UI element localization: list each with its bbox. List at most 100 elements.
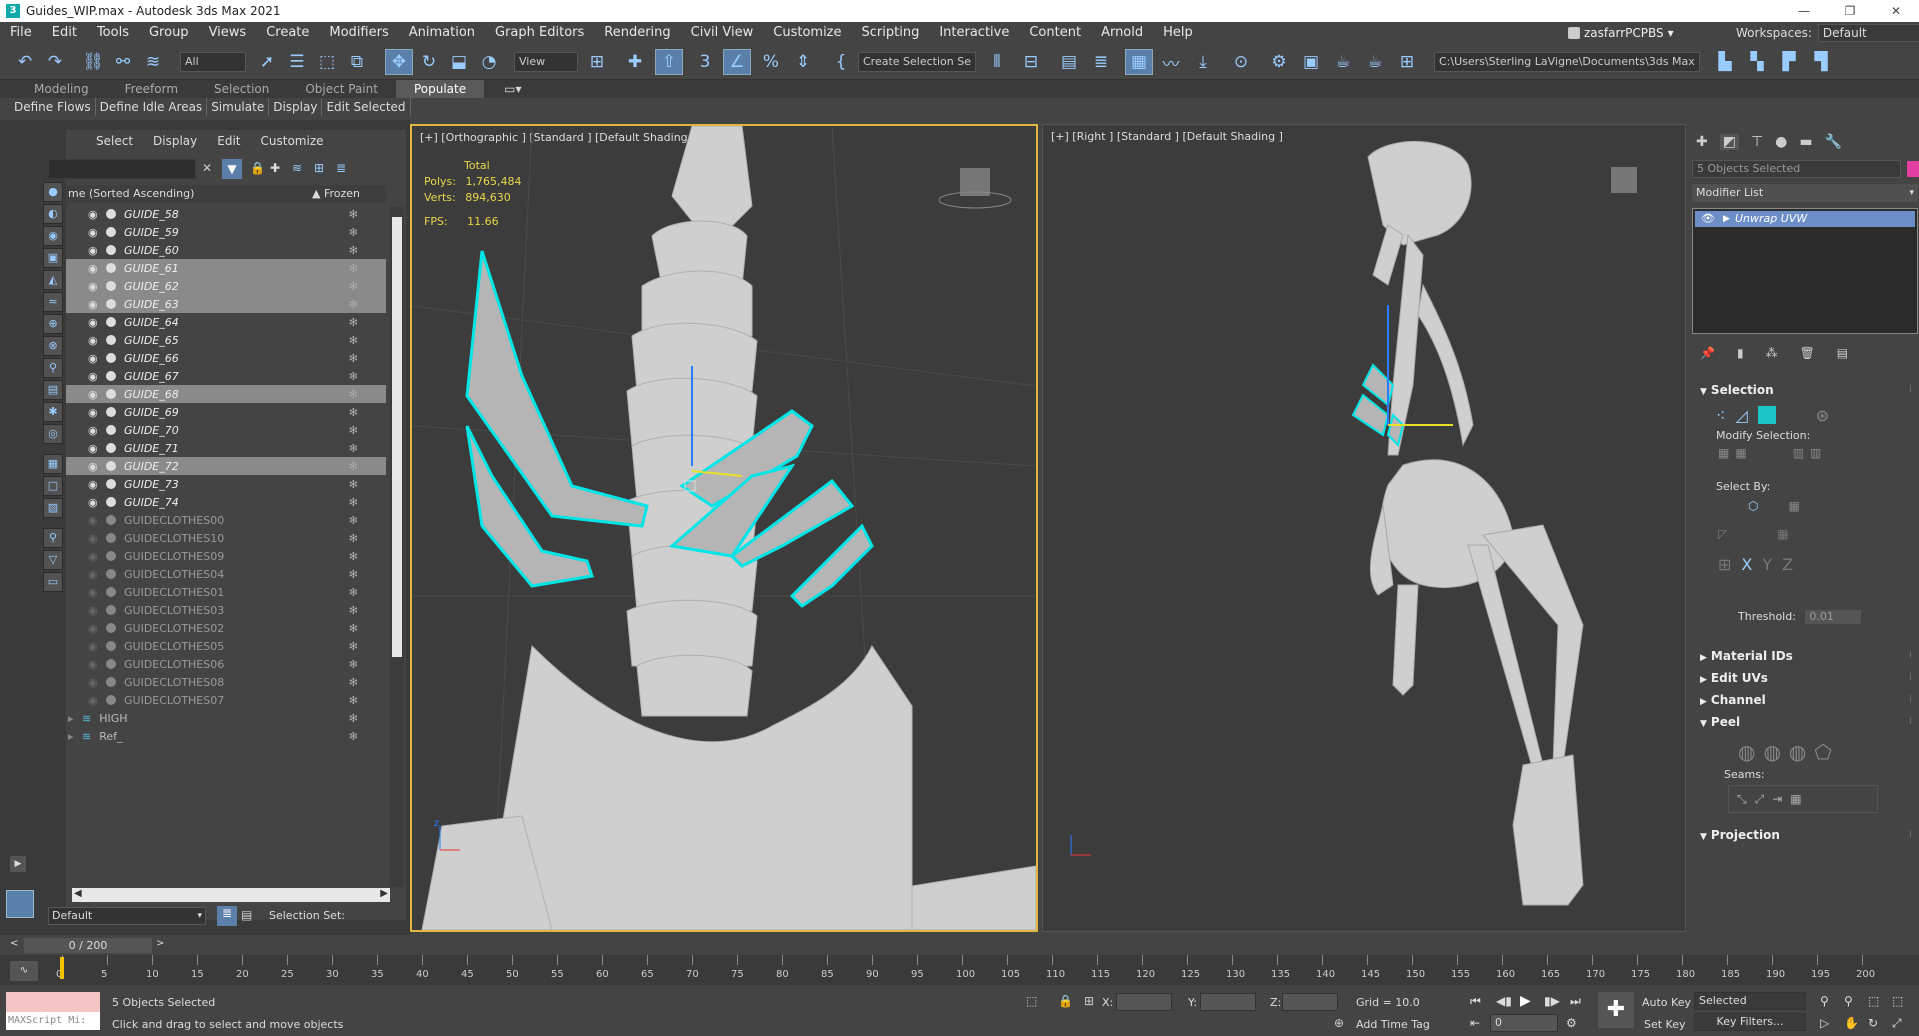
freeze-icon[interactable]: ✻ (349, 730, 358, 743)
grow-selection-icon[interactable]: ▦ (1718, 446, 1729, 460)
render-toggle-icon[interactable] (106, 461, 116, 471)
scene-object-row[interactable]: ◉ GUIDE_61 ✻ (66, 259, 386, 277)
display-geometry-icon[interactable]: ● (43, 182, 63, 202)
close-button[interactable]: ✕ (1873, 0, 1919, 22)
orbit-icon[interactable]: ↻ (1868, 1016, 1878, 1030)
display-lights-icon[interactable]: ◉ (43, 226, 63, 246)
menu-item[interactable]: Edit (42, 22, 87, 44)
render-toggle-icon[interactable] (106, 317, 116, 327)
layers-stack-icon[interactable]: ≣ (336, 161, 346, 175)
render-toggle-icon[interactable] (106, 389, 116, 399)
rollout-pin-icon[interactable]: ⁞ (1909, 690, 1912, 710)
selection-set-icon[interactable]: ▤ (241, 908, 252, 922)
display-invert-icon[interactable]: ▧ (43, 498, 63, 518)
render-toggle-icon[interactable] (106, 551, 116, 561)
isolate-selection-icon[interactable]: ⬚ (1026, 994, 1037, 1008)
freeze-icon[interactable]: ✻ (349, 676, 358, 689)
zoom-all-icon[interactable]: ⚲ (1844, 994, 1853, 1008)
render-toggle-icon[interactable] (106, 695, 116, 705)
freeze-icon[interactable]: ✻ (349, 244, 358, 257)
menu-item[interactable]: Help (1153, 22, 1203, 44)
scene-object-row[interactable]: ◉ GUIDECLOTHES07 ✻ (66, 691, 386, 709)
scroll-right-icon[interactable]: ▶ (380, 888, 388, 899)
freeze-icon[interactable]: ✻ (349, 694, 358, 707)
filter-icon[interactable]: ▽ (43, 550, 63, 570)
loop-icon[interactable]: ▥ (1793, 446, 1804, 460)
project-folder-icon[interactable]: ▙ (1712, 50, 1738, 74)
freeze-icon[interactable]: ✻ (349, 442, 358, 455)
visibility-eye-icon[interactable]: ◉ (88, 532, 102, 545)
freeze-icon[interactable]: ✻ (349, 640, 358, 653)
scene-object-row[interactable]: ◉ GUIDECLOTHES05 ✻ (66, 637, 386, 655)
render-toggle-icon[interactable] (106, 623, 116, 633)
freeze-icon[interactable]: ✻ (349, 262, 358, 275)
render-toggle-icon[interactable] (106, 587, 116, 597)
freeze-icon[interactable]: ✻ (349, 316, 358, 329)
scene-horizontal-scrollbar[interactable]: ◀ ▶ (72, 888, 390, 902)
scene-column-header[interactable]: me (Sorted Ascending) ▲ Frozen (66, 185, 386, 203)
align-icon[interactable]: ⊟ (1018, 50, 1044, 74)
find-icon[interactable]: ⚲ (43, 528, 63, 548)
render-toggle-icon[interactable] (106, 443, 116, 453)
visibility-eye-icon[interactable]: ◉ (88, 478, 102, 491)
ring-icon[interactable]: ▥ (1810, 446, 1821, 460)
go-to-start-icon[interactable]: ⏮ (1470, 994, 1481, 1009)
expand-seams-icon[interactable]: ⇥ (1772, 792, 1782, 806)
render-toggle-icon[interactable] (106, 245, 116, 255)
render-toggle-icon[interactable] (106, 515, 116, 525)
redo-icon[interactable]: ↷ (42, 50, 68, 74)
material-editor-icon[interactable]: ⊙ (1228, 50, 1254, 74)
add-layer-icon[interactable]: ✚ (270, 161, 280, 175)
scene-object-row[interactable]: ◉ GUIDE_73 ✻ (66, 475, 386, 493)
remove-modifier-icon[interactable]: 🗑 (1800, 346, 1815, 360)
auto-key-button[interactable]: Auto Key (1642, 996, 1691, 1009)
display-all-icon[interactable]: ▦ (43, 454, 63, 474)
ribbon-button[interactable]: Display (269, 98, 323, 116)
rollout-pin-icon[interactable]: ⁞ (1909, 825, 1912, 845)
maximize-button[interactable]: ❐ (1827, 0, 1873, 22)
project-close-icon[interactable]: ▜ (1808, 50, 1834, 74)
absolute-mode-icon[interactable]: ⊞ (1084, 994, 1094, 1008)
scene-object-row[interactable]: ◉ GUIDE_62 ✻ (66, 277, 386, 295)
freeze-icon[interactable]: ✻ (349, 460, 358, 473)
menu-item[interactable]: Scripting (852, 22, 930, 44)
unlink-icon[interactable]: ⚯ (110, 50, 136, 74)
freeze-icon[interactable]: ✻ (349, 568, 358, 581)
quick-peel-icon[interactable]: ◍ (1738, 740, 1755, 764)
set-key-large-button[interactable]: ✚ (1598, 992, 1634, 1028)
spinner-snap-icon[interactable]: ⇕ (790, 50, 816, 74)
zoom-extents-all-icon[interactable]: ⬚ (1892, 994, 1903, 1008)
scene-menu-item[interactable]: Customize (251, 134, 334, 148)
menu-item[interactable]: Tools (87, 22, 139, 44)
menu-item[interactable]: Views (199, 22, 257, 44)
visibility-eye-icon[interactable]: ◉ (88, 316, 102, 329)
zoom-extents-icon[interactable]: ⬚ (1868, 994, 1879, 1008)
next-frame-icon[interactable]: > (156, 938, 164, 949)
place-icon[interactable]: ◔ (476, 50, 502, 74)
time-tag-icon[interactable]: ⊕ (1334, 1016, 1344, 1030)
scene-object-row[interactable]: ◉ GUIDECLOTHES00 ✻ (66, 511, 386, 529)
toggle-scene-explorer-icon[interactable]: ▤ (1056, 50, 1082, 74)
ribbon-tab[interactable]: Selection (196, 80, 287, 98)
zoom-icon[interactable]: ⚲ (1820, 994, 1829, 1008)
rollout-selection[interactable]: ▼ Selection ⁞ (1692, 380, 1918, 400)
menu-item[interactable]: Create (256, 22, 319, 44)
freeze-icon[interactable]: ✻ (349, 352, 358, 365)
visibility-eye-icon[interactable]: ◉ (88, 694, 102, 707)
freeze-icon[interactable]: ✻ (349, 550, 358, 563)
freeze-icon[interactable]: ✻ (349, 622, 358, 635)
freeze-icon[interactable]: ✻ (349, 280, 358, 293)
visibility-eye-icon[interactable]: ◉ (88, 388, 102, 401)
edge-icon[interactable]: ◿ (1735, 406, 1747, 425)
display-frozen-icon[interactable]: ✱ (43, 402, 63, 422)
render-production-icon[interactable]: ☕ (1330, 50, 1356, 74)
select-overlap-icon[interactable]: ⊞ (1718, 555, 1731, 574)
ribbon-button[interactable]: Simulate (207, 98, 270, 116)
curve-editor-icon[interactable]: 〰 (1158, 50, 1184, 75)
display-helpers-icon[interactable]: ◭ (43, 270, 63, 290)
rollout-pin-icon[interactable]: ⁞ (1909, 646, 1912, 666)
scene-object-row[interactable]: ◉ GUIDE_70 ✻ (66, 421, 386, 439)
mirror-icon[interactable]: ⫴ (984, 50, 1010, 74)
scene-object-row[interactable]: ◉ GUIDECLOTHES02 ✻ (66, 619, 386, 637)
maxscript-mini-input[interactable]: MAXScript Mi: (6, 1012, 100, 1030)
